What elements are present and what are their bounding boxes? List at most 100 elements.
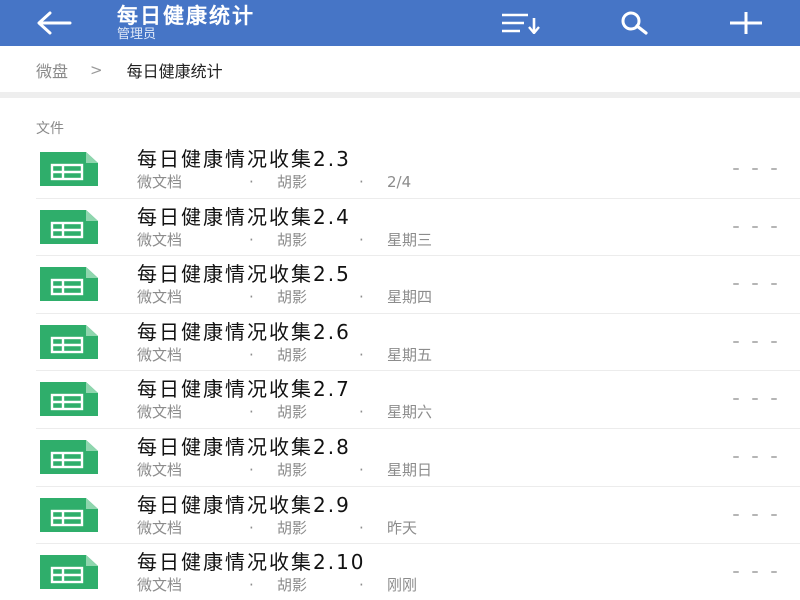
meta-dot: · (249, 518, 254, 537)
section-divider (0, 92, 800, 98)
more-icon (733, 455, 777, 458)
file-row[interactable]: 每日健康情况收集2.3 微文档 · 胡影 · 2/4 (0, 141, 800, 199)
file-row[interactable]: 每日健康情况收集2.6 微文档 · 胡影 · 星期五 (0, 314, 800, 372)
file-type: 微文档 (137, 173, 183, 191)
file-row[interactable]: 每日健康情况收集2.8 微文档 · 胡影 · 星期日 (0, 429, 800, 487)
file-author: 胡影 (277, 345, 308, 364)
file-date: 星期四 (387, 288, 433, 307)
more-icon (733, 340, 777, 343)
file-type: 微文档 (137, 288, 183, 307)
file-author: 胡影 (277, 230, 308, 249)
search-icon (621, 11, 648, 35)
file-meta: 微文档 · 胡影 · 星期六 (137, 403, 432, 421)
file-meta: 微文档 · 胡影 · 2/4 (137, 173, 411, 191)
file-meta: 微文档 · 胡影 · 星期日 (137, 461, 432, 479)
file-author: 胡影 (277, 288, 308, 307)
spreadsheet-icon (40, 555, 98, 590)
file-date: 昨天 (387, 518, 418, 537)
meta-dot: · (249, 230, 254, 249)
file-date: 2/4 (387, 173, 412, 191)
section-label-files: 文件 (36, 121, 64, 137)
file-type: 微文档 (137, 345, 183, 364)
meta-dot: · (359, 576, 364, 595)
more-button[interactable] (733, 562, 777, 582)
file-list: 每日健康情况收集2.3 微文档 · 胡影 · 2/4 每日健康情况收集2.4 微文档 · 胡… (0, 141, 800, 600)
more-icon (733, 513, 777, 516)
file-meta: 微文档 · 胡影 · 刚刚 (137, 576, 417, 594)
meta-dot: · (249, 173, 254, 191)
file-meta: 微文档 · 胡影 · 星期三 (137, 231, 432, 249)
file-date: 星期日 (387, 460, 433, 479)
breadcrumb-root[interactable]: 微盘 (36, 58, 68, 82)
file-date: 星期三 (387, 230, 433, 249)
meta-dot: · (249, 345, 254, 364)
breadcrumb-separator: > (90, 61, 103, 79)
more-button[interactable] (733, 505, 777, 525)
back-button[interactable] (32, 6, 76, 40)
file-type: 微文档 (137, 403, 183, 422)
back-arrow-icon (37, 11, 72, 35)
file-type: 微文档 (137, 230, 183, 249)
file-author: 胡影 (277, 518, 308, 537)
app-window: 每日健康统计 管理员 微盘 > 每日健康统计 文件 每日健康情况收集2.3 微文… (0, 0, 800, 600)
file-name: 每日健康情况收集2.6 (137, 319, 351, 344)
file-name: 每日健康情况收集2.5 (137, 262, 351, 287)
spreadsheet-icon (40, 267, 98, 302)
file-name: 每日健康情况收集2.8 (137, 434, 351, 459)
file-name: 每日健康情况收集2.10 (137, 550, 366, 575)
search-button[interactable] (614, 6, 658, 40)
breadcrumb: 微盘 > 每日健康统计 (0, 46, 800, 94)
file-name: 每日健康情况收集2.3 (137, 147, 351, 171)
more-button[interactable] (733, 332, 777, 352)
meta-dot: · (359, 345, 364, 364)
spreadsheet-icon (40, 382, 98, 417)
breadcrumb-current: 每日健康统计 (126, 62, 223, 81)
file-row[interactable]: 每日健康情况收集2.9 微文档 · 胡影 · 昨天 (0, 487, 800, 545)
file-row[interactable]: 每日健康情况收集2.10 微文档 · 胡影 · 刚刚 (0, 544, 800, 600)
more-icon (733, 398, 777, 401)
file-row[interactable]: 每日健康情况收集2.7 微文档 · 胡影 · 星期六 (0, 371, 800, 429)
file-name: 每日健康情况收集2.7 (137, 377, 351, 402)
page-subtitle: 管理员 (117, 27, 157, 42)
file-row[interactable]: 每日健康情况收集2.4 微文档 · 胡影 · 星期三 (0, 199, 800, 257)
file-type: 微文档 (137, 518, 183, 537)
file-meta: 微文档 · 胡影 · 星期四 (137, 288, 432, 306)
more-button[interactable] (733, 217, 777, 237)
spreadsheet-icon (40, 152, 98, 186)
meta-dot: · (359, 230, 364, 249)
meta-dot: · (359, 173, 364, 191)
spreadsheet-icon (40, 439, 98, 474)
spreadsheet-icon (40, 324, 98, 359)
more-icon (733, 168, 777, 170)
more-button[interactable] (733, 159, 777, 179)
page-title: 每日健康统计 (117, 4, 255, 28)
file-name: 每日健康情况收集2.4 (137, 204, 351, 229)
spreadsheet-icon (40, 497, 98, 532)
file-author: 胡影 (277, 403, 308, 422)
file-author: 胡影 (277, 460, 308, 479)
plus-icon (730, 12, 762, 34)
file-date: 星期六 (387, 403, 433, 422)
meta-dot: · (249, 288, 254, 307)
spreadsheet-icon (40, 209, 98, 244)
add-button[interactable] (724, 6, 768, 40)
meta-dot: · (359, 460, 364, 479)
more-button[interactable] (733, 447, 777, 467)
meta-dot: · (249, 403, 254, 422)
more-icon (733, 225, 777, 228)
file-row[interactable]: 每日健康情况收集2.5 微文档 · 胡影 · 星期四 (0, 256, 800, 314)
file-type: 微文档 (137, 460, 183, 479)
meta-dot: · (249, 576, 254, 595)
more-button[interactable] (733, 274, 777, 294)
file-meta: 微文档 · 胡影 · 昨天 (137, 519, 417, 537)
meta-dot: · (249, 460, 254, 479)
meta-dot: · (359, 403, 364, 422)
meta-dot: · (359, 518, 364, 537)
more-icon (733, 283, 777, 286)
meta-dot: · (359, 288, 364, 307)
top-bar: 每日健康统计 管理员 (0, 0, 800, 46)
more-button[interactable] (733, 389, 777, 409)
sort-button[interactable] (498, 6, 542, 40)
file-type: 微文档 (137, 576, 183, 595)
file-name: 每日健康情况收集2.9 (137, 492, 351, 517)
